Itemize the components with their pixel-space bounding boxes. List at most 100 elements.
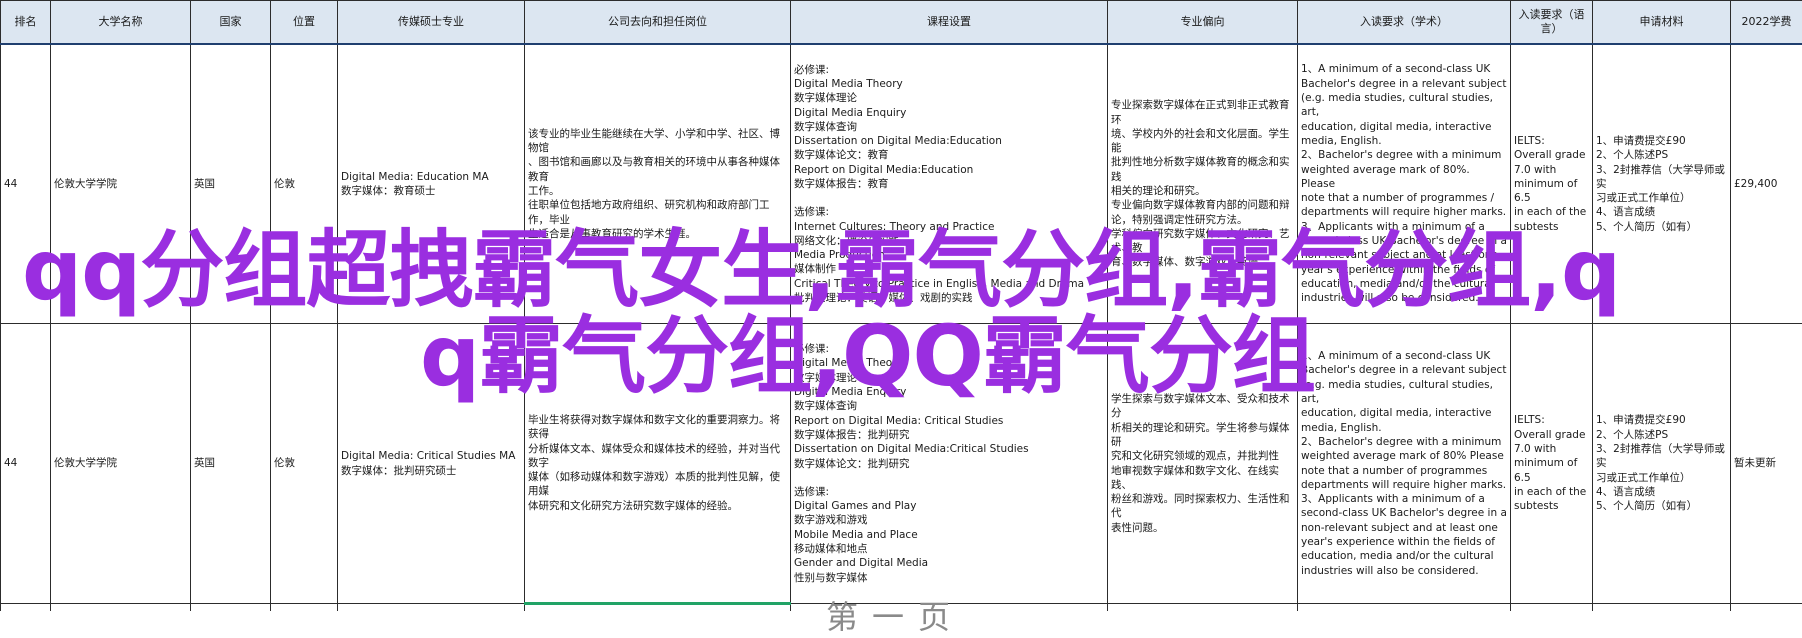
course-gap bbox=[794, 471, 1104, 485]
cell-line: 1、A minimum of a second-class UK bbox=[1301, 62, 1507, 76]
cell-line: 地审视数字媒体和数字文化、在线实践、 bbox=[1111, 464, 1294, 493]
cell-line: 境、学校内外的社会和文化层面。学生能 bbox=[1111, 127, 1294, 156]
cell-line: subtests bbox=[1514, 499, 1589, 513]
course-line: Report on Digital Media: Critical Studie… bbox=[794, 414, 1104, 428]
cell-language[interactable]: IELTS:Overall grade7.0 withminimum of 6.… bbox=[1511, 44, 1593, 324]
course-line: Digital Media Enquiry bbox=[794, 385, 1104, 399]
cell-line: in each of the bbox=[1514, 205, 1589, 219]
cell-city[interactable]: 伦敦 bbox=[271, 44, 338, 324]
cell-tuition[interactable]: 暂未更新 bbox=[1731, 324, 1802, 604]
cell-line: note that a number of programmes bbox=[1301, 464, 1507, 478]
cell-line: non-relevant subject and at least one bbox=[1301, 521, 1507, 535]
cell-tuition[interactable]: £29,400 bbox=[1731, 44, 1802, 324]
empty-cell[interactable] bbox=[338, 604, 525, 612]
cell-line: 工作。 bbox=[528, 184, 787, 198]
cell-line: 批判性地分析数字媒体教育的概念和实践 bbox=[1111, 155, 1294, 184]
cell-line: year's experience within the fields of bbox=[1301, 263, 1507, 277]
course-line: 必修课: bbox=[794, 63, 1104, 77]
cell-academic[interactable]: 1、A minimum of a second-class UKBachelor… bbox=[1298, 324, 1511, 604]
cell-major[interactable]: Digital Media: Critical Studies MA数字媒体：批… bbox=[338, 324, 525, 604]
cell-language[interactable]: IELTS:Overall grade7.0 withminimum of 6.… bbox=[1511, 324, 1593, 604]
cell-career[interactable]: 毕业生将获得对数字媒体和数字文化的重要洞察力。将获得分析媒体文本、媒体受众和媒体… bbox=[525, 324, 791, 604]
cell-city[interactable]: 伦敦 bbox=[271, 324, 338, 604]
empty-cell[interactable] bbox=[1298, 604, 1511, 612]
header-cell-tuition[interactable]: 2022学费 bbox=[1731, 1, 1802, 45]
cell-materials[interactable]: 1、申请费提交£902、个人陈述PS3、2封推荐信（大学导师或实习或正式工作单位… bbox=[1593, 44, 1731, 324]
cell-courses[interactable]: 必修课:Digital Media Theory数字媒体理论Digital Me… bbox=[791, 44, 1108, 324]
header-cell-career[interactable]: 公司去向和担任岗位 bbox=[525, 1, 791, 45]
header-cell-materials[interactable]: 申请材料 bbox=[1593, 1, 1731, 45]
empty-cell[interactable] bbox=[1, 604, 51, 612]
cell-line: Bachelor's degree in a relevant subject bbox=[1301, 363, 1507, 377]
cell-rank[interactable]: 44 bbox=[1, 324, 51, 604]
cell-line: 往职单位包括地方政府组织、研究机构和政府部门工作，毕业 bbox=[528, 198, 787, 227]
empty-cell[interactable] bbox=[525, 604, 791, 612]
cell-line: 论，特别强调定性研究方法。 bbox=[1111, 213, 1294, 227]
course-line: 数字媒体报告：教育 bbox=[794, 177, 1104, 191]
cell-line: in each of the bbox=[1514, 485, 1589, 499]
course-line: 必修课: bbox=[794, 342, 1104, 356]
course-line: Dissertation on Digital Media:Education bbox=[794, 134, 1104, 148]
course-line: Digital Media Enquiry bbox=[794, 106, 1104, 120]
cell-line: education, digital media, interactive bbox=[1301, 120, 1507, 134]
course-line: 数字游戏和游戏 bbox=[794, 513, 1104, 527]
cell-line: departments will require higher marks. bbox=[1301, 478, 1507, 492]
empty-cell[interactable] bbox=[51, 604, 191, 612]
cell-rank[interactable]: 44 bbox=[1, 44, 51, 324]
cell-line: industries will also be considered. bbox=[1301, 564, 1507, 578]
course-line: Digital Media Theory bbox=[794, 356, 1104, 370]
header-cell-focus[interactable]: 专业偏向 bbox=[1108, 1, 1298, 45]
cell-line: media, English. bbox=[1301, 134, 1507, 148]
empty-cell[interactable] bbox=[191, 604, 271, 612]
cell-line: 3、2封推荐信（大学导师或实 bbox=[1596, 442, 1727, 471]
table-row: 44伦敦大学学院英国伦敦Digital Media: Critical Stud… bbox=[1, 324, 1802, 604]
cell-line: Overall grade bbox=[1514, 148, 1589, 162]
header-cell-country[interactable]: 国家 bbox=[191, 1, 271, 45]
cell-line: 、图书馆和画廊以及与教育相关的环境中从事各种媒体教育 bbox=[528, 155, 787, 184]
cell-focus[interactable]: 学生探索与数字媒体文本、受众和技术分析相关的理论和研究。学生将参与媒体研究和文化… bbox=[1108, 324, 1298, 604]
header-cell-academic[interactable]: 入读要求（学术） bbox=[1298, 1, 1511, 45]
empty-cell[interactable] bbox=[1108, 604, 1298, 612]
cell-line: Digital Media: Education MA bbox=[341, 170, 521, 184]
header-cell-language[interactable]: 入读要求（语言） bbox=[1511, 1, 1593, 45]
cell-line: (e.g. media studies, cultural studies, a… bbox=[1301, 378, 1507, 407]
cell-university[interactable]: 伦敦大学学院 bbox=[51, 44, 191, 324]
cell-line: 专业探索数字媒体在正式到非正式教育环 bbox=[1111, 98, 1294, 127]
empty-cell[interactable] bbox=[1593, 604, 1731, 612]
cell-line: 2、个人陈述PS bbox=[1596, 428, 1727, 442]
header-cell-rank[interactable]: 排名 bbox=[1, 1, 51, 45]
cell-line: 7.0 with bbox=[1514, 442, 1589, 456]
cell-line: IELTS: bbox=[1514, 413, 1589, 427]
course-line: Report on Digital Media:Education bbox=[794, 163, 1104, 177]
cell-academic[interactable]: 1、A minimum of a second-class UKBachelor… bbox=[1298, 44, 1511, 324]
cell-line: 生适合是从事教育研究的学术生涯。 bbox=[528, 227, 787, 241]
cell-country[interactable]: 英国 bbox=[191, 44, 271, 324]
cell-line: weighted average mark of 80% Please bbox=[1301, 449, 1507, 463]
cell-career[interactable]: 该专业的毕业生能继续在大学、小学和中学、社区、博物馆、图书馆和画廊以及与教育相关… bbox=[525, 44, 791, 324]
cell-line: departments will require higher marks. bbox=[1301, 205, 1507, 219]
header-cell-university[interactable]: 大学名称 bbox=[51, 1, 191, 45]
empty-cell[interactable] bbox=[1731, 604, 1802, 612]
course-line: 数字媒体理论 bbox=[794, 371, 1104, 385]
cell-country[interactable]: 英国 bbox=[191, 324, 271, 604]
cell-major[interactable]: Digital Media: Education MA数字媒体：教育硕士 bbox=[338, 44, 525, 324]
cell-line: 体研究和文化研究方法研究数字媒体的经验。 bbox=[528, 499, 787, 513]
cell-line: second-class UK Bachelor's degree in a bbox=[1301, 506, 1507, 520]
cell-line: 学生探索与数字媒体文本、受众和技术分 bbox=[1111, 392, 1294, 421]
empty-cell[interactable] bbox=[271, 604, 338, 612]
cell-university[interactable]: 伦敦大学学院 bbox=[51, 324, 191, 604]
header-cell-courses[interactable]: 课程设置 bbox=[791, 1, 1108, 45]
cell-line: minimum of 6.5 bbox=[1514, 456, 1589, 485]
cell-materials[interactable]: 1、申请费提交£902、个人陈述PS3、2封推荐信（大学导师或实习或正式工作单位… bbox=[1593, 324, 1731, 604]
course-line: 选修课: bbox=[794, 205, 1104, 219]
cell-line: Digital Media: Critical Studies MA bbox=[341, 449, 521, 463]
cell-line: note that a number of programmes / bbox=[1301, 191, 1507, 205]
course-line: Mobile Media and Place bbox=[794, 528, 1104, 542]
header-cell-city[interactable]: 位置 bbox=[271, 1, 338, 45]
cell-focus[interactable]: 专业探索数字媒体在正式到非正式教育环境、学校内外的社会和文化层面。学生能批判性地… bbox=[1108, 44, 1298, 324]
course-line: 数字媒体论文：教育 bbox=[794, 148, 1104, 162]
header-cell-major[interactable]: 传媒硕士专业 bbox=[338, 1, 525, 45]
course-line: 数字媒体查询 bbox=[794, 120, 1104, 134]
cell-courses[interactable]: 必修课:Digital Media Theory数字媒体理论Digital Me… bbox=[791, 324, 1108, 604]
empty-cell[interactable] bbox=[1511, 604, 1593, 612]
